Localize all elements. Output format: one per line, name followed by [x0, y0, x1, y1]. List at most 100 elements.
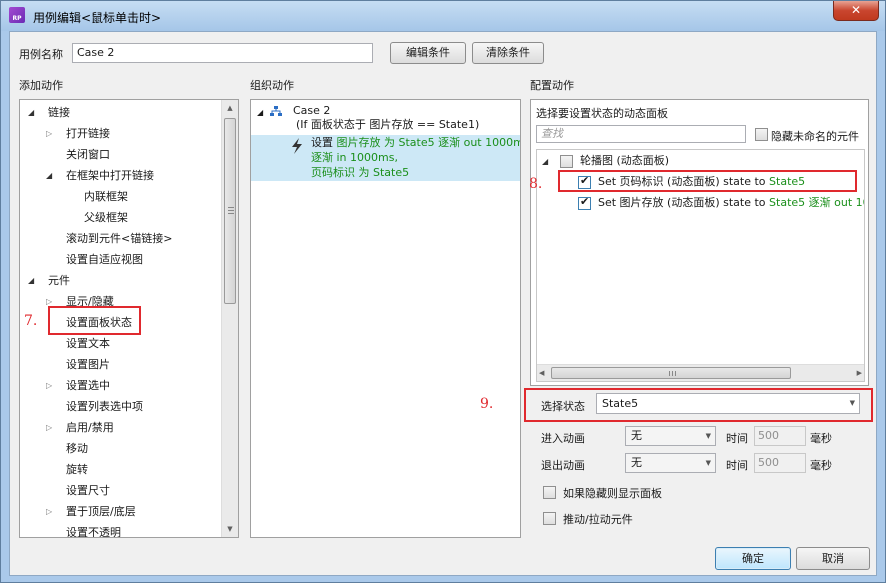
organize-action-panel: ◢ Case 2 (If 面板状态于 图片存放 == State1) 设置 图片… — [250, 99, 521, 538]
action-item[interactable]: 设置图片 — [20, 355, 220, 375]
action-item[interactable]: ◢ 在框架中打开链接 — [20, 166, 220, 186]
collapsed-arrow-icon[interactable]: ▷ — [46, 502, 52, 522]
expanded-arrow-icon[interactable]: ◢ — [46, 166, 52, 186]
case-name-input[interactable]: Case 2 — [72, 43, 373, 63]
action-item[interactable]: 设置列表选中项 — [20, 397, 220, 417]
add-action-scrollbar[interactable]: ▲ ▼ — [221, 100, 238, 537]
enter-animation-select[interactable]: 无 ▼ — [625, 426, 716, 446]
exit-time-label: 时间 — [726, 459, 748, 472]
tree-hscrollbar[interactable]: ◀ ▶ — [537, 364, 864, 381]
h-scroll-thumb[interactable] — [551, 367, 791, 379]
action-item-label: 链接 — [48, 106, 70, 119]
expanded-arrow-icon[interactable]: ◢ — [28, 271, 34, 291]
expanded-arrow-icon[interactable]: ◢ — [28, 103, 34, 123]
action-line-2: 逐渐 in 1000ms, — [311, 151, 398, 164]
action-item-label: 设置选中 — [66, 379, 110, 392]
enter-ms-label: 毫秒 — [810, 432, 832, 445]
action-item[interactable]: 设置自适应视图 — [20, 250, 220, 270]
action-item-label: 在框架中打开链接 — [66, 169, 154, 182]
action-item-label: 设置列表选中项 — [66, 400, 143, 413]
scroll-right-arrow-icon[interactable]: ▶ — [857, 365, 862, 381]
tree-expand-arrow-icon[interactable]: ◢ — [542, 152, 548, 172]
configure-panel: 选择要设置状态的动态面板 查找 隐藏未命名的元件 ◢ 轮播图 (动态面板) Se… — [530, 99, 869, 386]
item2-checkbox[interactable] — [578, 195, 591, 210]
enter-time-input[interactable]: 500 — [754, 426, 806, 446]
edit-condition-button[interactable]: 编辑条件 — [390, 42, 466, 64]
action-item[interactable]: ▷ 置于顶层/底层 — [20, 502, 220, 522]
action-item[interactable]: 旋转 — [20, 460, 220, 480]
action-item[interactable]: 设置尺寸 — [20, 481, 220, 501]
exit-time-input[interactable]: 500 — [754, 453, 806, 473]
push-pull-checkbox[interactable] — [543, 512, 556, 525]
window-title: 用例编辑<鼠标单击时> — [33, 11, 162, 25]
step-7-annotation: 7. — [24, 313, 38, 329]
case-condition: (If 面板状态于 图片存放 == State1) — [296, 118, 480, 131]
show-if-hidden-label: 如果隐藏则显示面板 — [563, 487, 662, 500]
action-item-label: 父级框架 — [84, 211, 128, 224]
action-item[interactable]: 设置文本 — [20, 334, 220, 354]
action-item[interactable]: 父级框架 — [20, 208, 220, 228]
collapsed-arrow-icon[interactable]: ▷ — [46, 376, 52, 396]
action-item-label: 设置自适应视图 — [66, 253, 143, 266]
close-button[interactable]: ✕ — [833, 1, 879, 21]
step-9-highlight — [524, 388, 873, 422]
root-checkbox[interactable] — [560, 155, 573, 168]
action-item-label: 启用/禁用 — [66, 421, 114, 434]
step-7-highlight — [48, 306, 141, 335]
action-item[interactable]: 内联框架 — [20, 187, 220, 207]
action-item-label: 设置文本 — [66, 337, 110, 350]
action-item-label: 设置尺寸 — [66, 484, 110, 497]
add-action-heading: 添加动作 — [19, 79, 63, 92]
state-item-2[interactable]: Set 图片存放 (动态面板) state to State5 逐渐 out 1… — [598, 193, 864, 213]
collapsed-arrow-icon[interactable]: ▷ — [46, 124, 52, 144]
action-line-1: 图片存放 为 State5 逐渐 out 1000ms — [336, 136, 521, 149]
action-item[interactable]: ▷ 设置选中 — [20, 376, 220, 396]
scroll-thumb[interactable] — [224, 118, 236, 304]
enter-time-label: 时间 — [726, 432, 748, 445]
action-item[interactable]: ◢ 元件 — [20, 271, 220, 291]
action-item-label: 设置不透明 — [66, 526, 121, 538]
action-item[interactable]: ▷ 打开链接 — [20, 124, 220, 144]
dialog-window: RP 用例编辑<鼠标单击时> ✕ 用例名称 Case 2 编辑条件 清除条件 添… — [0, 0, 886, 583]
action-item[interactable]: ▷ 启用/禁用 — [20, 418, 220, 438]
selected-action-row[interactable]: 设置 图片存放 为 State5 逐渐 out 1000ms 逐渐 in 100… — [251, 135, 521, 181]
action-item[interactable]: 关闭窗口 — [20, 145, 220, 165]
scroll-up-arrow-icon[interactable]: ▲ — [222, 100, 238, 116]
search-input[interactable]: 查找 — [536, 125, 746, 143]
chevron-down-icon: ▼ — [705, 459, 711, 467]
exit-animation-select[interactable]: 无 ▼ — [625, 453, 716, 473]
ok-button[interactable]: 确定 — [715, 547, 791, 570]
title-bar[interactable]: RP 用例编辑<鼠标单击时> ✕ — [1, 1, 885, 31]
action-item-label: 元件 — [48, 274, 70, 287]
action-prefix: 设置 — [311, 136, 333, 149]
collapsed-arrow-icon[interactable]: ▷ — [46, 418, 52, 438]
action-item[interactable]: 滚动到元件<锚链接> — [20, 229, 220, 249]
show-if-hidden-checkbox[interactable] — [543, 486, 556, 499]
configure-action-heading: 配置动作 — [530, 79, 574, 92]
action-item-label: 置于顶层/底层 — [66, 505, 136, 518]
exit-ms-label: 毫秒 — [810, 459, 832, 472]
action-item-label: 移动 — [66, 442, 88, 455]
action-item[interactable]: 设置不透明 — [20, 523, 220, 538]
hide-unnamed-label: 隐藏未命名的元件 — [771, 130, 859, 143]
action-item[interactable]: 移动 — [20, 439, 220, 459]
action-item[interactable]: ◢ 链接 — [20, 103, 220, 123]
action-item-label: 内联框架 — [84, 190, 128, 203]
action-line-3: 页码标识 为 State5 — [311, 166, 410, 179]
action-item-label: 关闭窗口 — [66, 148, 110, 161]
lightning-icon — [292, 138, 302, 154]
cancel-button[interactable]: 取消 — [796, 547, 870, 570]
case-tree-icon — [270, 106, 282, 116]
clear-condition-button[interactable]: 清除条件 — [472, 42, 544, 64]
step-8-annotation: 8. — [529, 176, 543, 192]
dynamic-panel-root[interactable]: 轮播图 (动态面板) — [580, 151, 669, 171]
action-item-label: 旋转 — [66, 463, 88, 476]
case-name-label: 用例名称 — [19, 48, 63, 61]
enter-animation-label: 进入动画 — [541, 432, 585, 445]
step-9-annotation: 9. — [480, 396, 494, 412]
panel-select-label: 选择要设置状态的动态面板 — [536, 107, 668, 120]
scroll-down-arrow-icon[interactable]: ▼ — [222, 521, 238, 537]
hide-unnamed-checkbox[interactable] — [755, 128, 768, 141]
dialog-body: 用例名称 Case 2 编辑条件 清除条件 添加动作 组织动作 配置动作 ◢ 链接… — [9, 31, 877, 576]
scroll-left-arrow-icon[interactable]: ◀ — [539, 365, 544, 381]
